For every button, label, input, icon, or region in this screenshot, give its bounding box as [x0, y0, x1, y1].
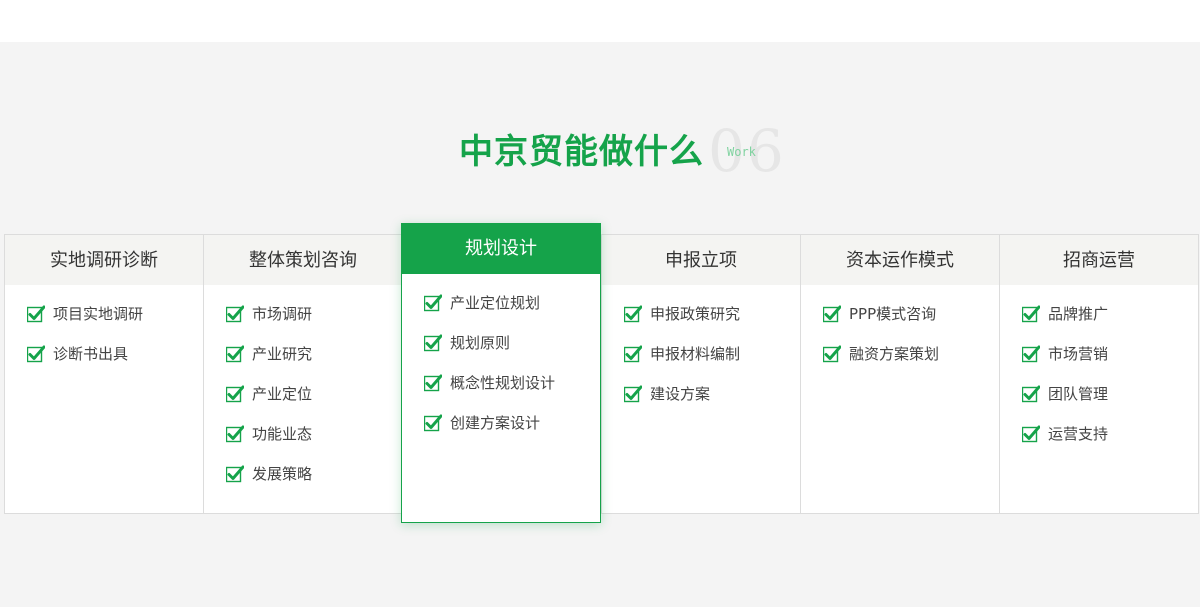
list-item-label: 产业定位规划	[450, 294, 541, 312]
list-item-label: 品牌推广	[1048, 305, 1109, 323]
check-icon	[624, 385, 642, 403]
card-planning-design[interactable]: 规划设计 产业定位规划 规划原则 概念性规划设计 创建方案设计	[401, 223, 601, 523]
list-item[interactable]: 品牌推广	[1022, 303, 1198, 343]
check-icon	[624, 305, 642, 323]
card-title: 实地调研诊断	[5, 235, 203, 285]
list-item-label: PPP模式咨询	[849, 305, 937, 323]
top-strip	[0, 0, 1200, 42]
list-item[interactable]: 申报政策研究	[624, 303, 800, 343]
card-title: 规划设计	[402, 224, 600, 274]
list-item-label: 创建方案设计	[450, 414, 541, 432]
card-item-list: 品牌推广 市场营销 团队管理 运营支持	[1000, 285, 1198, 463]
list-item-label: 产业定位	[252, 385, 313, 403]
list-item[interactable]: 建设方案	[624, 383, 800, 423]
service-cards: 实地调研诊断 项目实地调研 诊断书出具 整体策划咨询 市场调研 产业研究 产业定…	[4, 223, 1199, 523]
heading-subtitle: Work	[727, 145, 756, 159]
list-item-label: 申报材料编制	[650, 345, 741, 363]
heading-title: 中京贸能做什么	[459, 132, 704, 172]
check-icon	[27, 345, 45, 363]
check-icon	[424, 334, 442, 352]
list-item[interactable]: 团队管理	[1022, 383, 1198, 423]
card-capital-operation[interactable]: 资本运作模式 PPP模式咨询 融资方案策划	[800, 234, 1000, 514]
card-project-application[interactable]: 申报立项 申报政策研究 申报材料编制 建设方案	[601, 234, 801, 514]
section-heading: 06 中京贸能做什么 Work	[0, 120, 1200, 192]
check-icon	[424, 374, 442, 392]
check-icon	[823, 305, 841, 323]
check-icon	[823, 345, 841, 363]
card-title: 整体策划咨询	[204, 235, 402, 285]
list-item[interactable]: 申报材料编制	[624, 343, 800, 383]
card-planning-consulting[interactable]: 整体策划咨询 市场调研 产业研究 产业定位 功能业态 发展策略	[203, 234, 403, 514]
list-item[interactable]: 产业定位	[226, 383, 402, 423]
check-icon	[226, 425, 244, 443]
check-icon	[1022, 425, 1040, 443]
list-item[interactable]: 概念性规划设计	[424, 372, 600, 412]
check-icon	[226, 305, 244, 323]
check-icon	[226, 465, 244, 483]
list-item-label: 申报政策研究	[650, 305, 741, 323]
list-item[interactable]: 诊断书出具	[27, 343, 203, 383]
card-item-list: 项目实地调研 诊断书出具	[5, 285, 203, 383]
check-icon	[624, 345, 642, 363]
card-title: 资本运作模式	[801, 235, 999, 285]
list-item[interactable]: 产业定位规划	[424, 292, 600, 332]
card-investment-operation[interactable]: 招商运营 品牌推广 市场营销 团队管理 运营支持	[999, 234, 1199, 514]
check-icon	[1022, 345, 1040, 363]
list-item-label: 项目实地调研	[53, 305, 144, 323]
list-item-label: 功能业态	[252, 425, 313, 443]
list-item-label: 运营支持	[1048, 425, 1109, 443]
list-item[interactable]: 项目实地调研	[27, 303, 203, 343]
list-item[interactable]: 发展策略	[226, 463, 402, 503]
list-item[interactable]: 功能业态	[226, 423, 402, 463]
list-item[interactable]: 融资方案策划	[823, 343, 999, 383]
list-item-label: 概念性规划设计	[450, 374, 556, 392]
check-icon	[424, 414, 442, 432]
list-item-label: 建设方案	[650, 385, 711, 403]
check-icon	[1022, 305, 1040, 323]
check-icon	[1022, 385, 1040, 403]
list-item[interactable]: 创建方案设计	[424, 412, 600, 452]
check-icon	[226, 385, 244, 403]
check-icon	[226, 345, 244, 363]
list-item[interactable]: 运营支持	[1022, 423, 1198, 463]
card-title: 招商运营	[1000, 235, 1198, 285]
list-item[interactable]: PPP模式咨询	[823, 303, 999, 343]
list-item[interactable]: 规划原则	[424, 332, 600, 372]
list-item-label: 规划原则	[450, 334, 511, 352]
list-item-label: 诊断书出具	[53, 345, 129, 363]
check-icon	[424, 294, 442, 312]
list-item-label: 融资方案策划	[849, 345, 940, 363]
list-item-label: 市场营销	[1048, 345, 1109, 363]
list-item-label: 产业研究	[252, 345, 313, 363]
card-item-list: PPP模式咨询 融资方案策划	[801, 285, 999, 383]
card-field-research[interactable]: 实地调研诊断 项目实地调研 诊断书出具	[4, 234, 204, 514]
list-item-label: 发展策略	[252, 465, 313, 483]
card-title: 申报立项	[602, 235, 800, 285]
card-item-list: 申报政策研究 申报材料编制 建设方案	[602, 285, 800, 423]
list-item[interactable]: 产业研究	[226, 343, 402, 383]
card-item-list: 产业定位规划 规划原则 概念性规划设计 创建方案设计	[402, 274, 600, 452]
card-item-list: 市场调研 产业研究 产业定位 功能业态 发展策略	[204, 285, 402, 503]
list-item-label: 市场调研	[252, 305, 313, 323]
check-icon	[27, 305, 45, 323]
list-item[interactable]: 市场营销	[1022, 343, 1198, 383]
list-item-label: 团队管理	[1048, 385, 1109, 403]
list-item[interactable]: 市场调研	[226, 303, 402, 343]
